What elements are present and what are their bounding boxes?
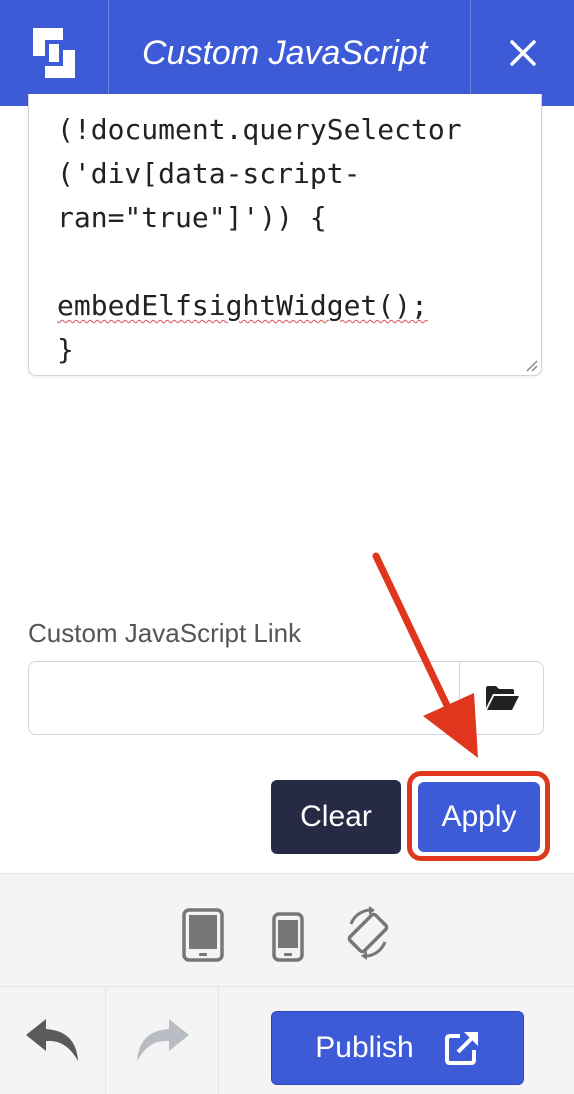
publish-button[interactable]: Publish: [271, 1011, 524, 1085]
undo-button[interactable]: [0, 987, 106, 1094]
code-line: ran="true"]')) {: [57, 201, 327, 234]
brand-logo-icon: [33, 28, 75, 78]
custom-js-link-input[interactable]: [29, 662, 457, 733]
custom-js-link-label: Custom JavaScript Link: [28, 618, 302, 648]
panel-title-text: Custom JavaScript: [142, 33, 428, 72]
custom-js-editor[interactable]: (!document.querySelector ('div[data-scri…: [28, 94, 542, 376]
phone-icon[interactable]: [272, 912, 304, 962]
code-line: ('div[data-script-: [57, 157, 361, 190]
rotate-device-icon[interactable]: [343, 906, 393, 960]
publish-label: Publish: [315, 1031, 414, 1064]
folder-open-icon: [486, 685, 519, 710]
clear-button[interactable]: Clear: [271, 780, 401, 854]
redo-icon: [137, 1018, 189, 1061]
apply-button[interactable]: Apply: [418, 782, 540, 852]
panel-header: Custom JavaScript: [0, 0, 574, 106]
code-line: (!document.querySelector: [57, 113, 462, 146]
browse-file-button[interactable]: [459, 662, 544, 733]
tablet-icon[interactable]: [182, 908, 224, 962]
code-line-misspelled: embedElfsightWidget();: [57, 289, 428, 322]
undo-icon: [25, 1018, 78, 1061]
device-preview-bar: [0, 873, 574, 987]
resize-handle-icon[interactable]: [523, 357, 539, 373]
close-icon: [510, 40, 536, 66]
panel-title: Custom JavaScript: [108, 0, 468, 106]
code-line: }: [57, 333, 74, 366]
code-content[interactable]: (!document.querySelector ('div[data-scri…: [57, 108, 462, 372]
redo-button[interactable]: [106, 987, 219, 1094]
brand-logo: [0, 0, 109, 106]
custom-js-link-field: [28, 661, 544, 735]
bottom-toolbar: Publish: [0, 987, 574, 1094]
external-link-icon: [444, 1032, 478, 1065]
close-button[interactable]: [470, 0, 574, 106]
